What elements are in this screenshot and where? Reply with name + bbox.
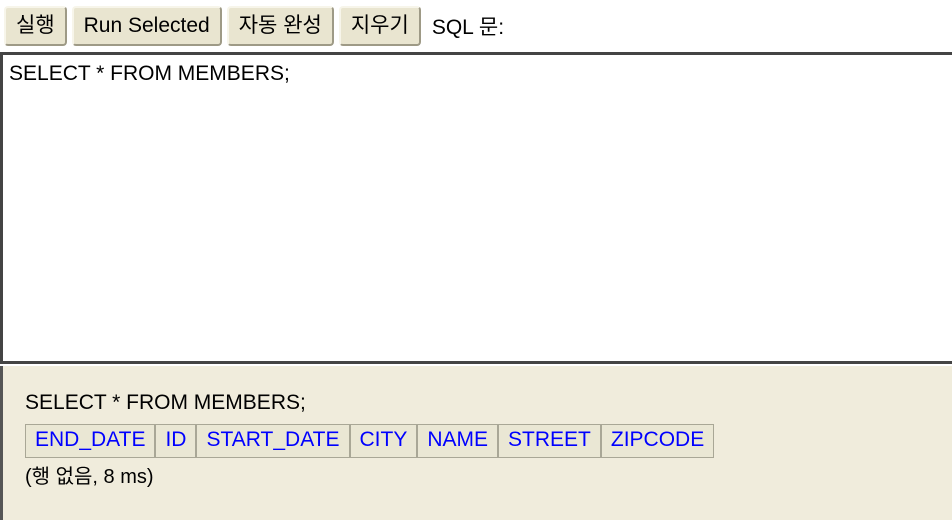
column-header-end-date[interactable]: END_DATE bbox=[25, 424, 156, 458]
column-header-name[interactable]: NAME bbox=[417, 424, 499, 458]
sql-console-window: 실행 Run Selected 자동 완성 지우기 SQL 문: SELECT … bbox=[0, 0, 952, 520]
sql-editor-text[interactable]: SELECT * FROM MEMBERS; bbox=[9, 61, 290, 87]
result-table: END_DATE ID START_DATE CITY NAME STREET … bbox=[25, 424, 715, 458]
result-query-echo: SELECT * FROM MEMBERS; bbox=[25, 391, 306, 414]
column-header-city[interactable]: CITY bbox=[349, 424, 418, 458]
run-selected-button[interactable]: Run Selected bbox=[71, 6, 222, 46]
toolbar: 실행 Run Selected 자동 완성 지우기 SQL 문: bbox=[0, 0, 952, 52]
result-status-text: (행 없음, 8 ms) bbox=[25, 466, 154, 488]
clear-button[interactable]: 지우기 bbox=[338, 6, 421, 46]
sql-statement-label: SQL 문: bbox=[431, 16, 505, 39]
results-panel: SELECT * FROM MEMBERS; END_DATE ID START… bbox=[0, 366, 952, 520]
sql-editor-surface[interactable]: SELECT * FROM MEMBERS; bbox=[3, 55, 952, 361]
column-header-id[interactable]: ID bbox=[155, 424, 197, 458]
sql-editor[interactable]: SELECT * FROM MEMBERS; bbox=[0, 52, 952, 364]
column-header-street[interactable]: STREET bbox=[498, 424, 601, 458]
result-header-row: END_DATE ID START_DATE CITY NAME STREET … bbox=[25, 424, 715, 458]
column-header-start-date[interactable]: START_DATE bbox=[196, 424, 350, 458]
result-table-head: END_DATE ID START_DATE CITY NAME STREET … bbox=[25, 424, 715, 458]
run-button[interactable]: 실행 bbox=[4, 6, 67, 46]
column-header-zipcode[interactable]: ZIPCODE bbox=[600, 424, 715, 458]
autocomplete-button[interactable]: 자동 완성 bbox=[226, 6, 334, 46]
